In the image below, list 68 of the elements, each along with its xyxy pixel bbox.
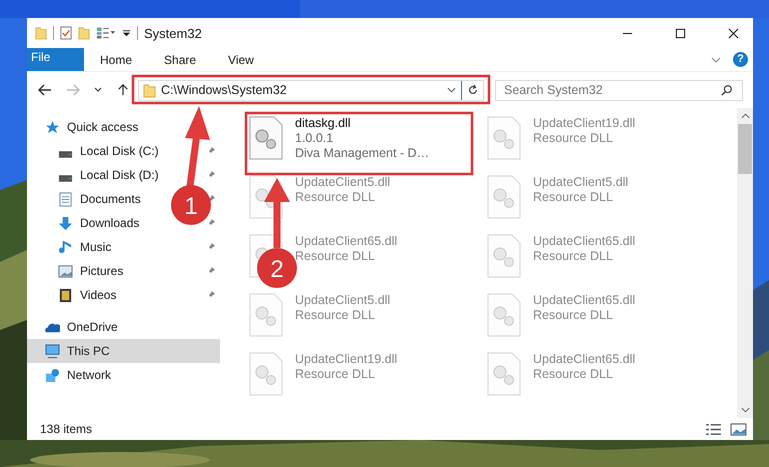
file-name[interactable]: ditaskg.dll [295,116,351,130]
refresh-icon [466,84,478,96]
sidebar-item[interactable]: Quick access [27,115,220,139]
item-count: 138 items [40,422,92,436]
sidebar-item[interactable]: Network [27,363,220,387]
sidebar-item[interactable]: Downloads [58,216,140,230]
sidebar-item[interactable]: Local Disk (C:) [58,144,159,158]
drive-icon [58,150,73,158]
sidebar-item[interactable]: Local Disk (D:) [58,168,159,182]
annotation-arrow [264,178,290,248]
details-view-icon[interactable] [705,422,722,436]
back-icon[interactable] [38,84,52,96]
window-title: System32 [144,26,202,40]
file-detail: Resource DLL [533,308,613,322]
number-badge: 1 [171,185,211,225]
file-detail: Resource DLL [295,190,375,204]
search-field[interactable]: Search System32 [495,80,743,100]
folder-icon[interactable] [78,25,90,41]
file-detail: Diva Management - D… [295,146,430,160]
file-detail: Resource DLL [533,131,613,145]
picture-icon [58,264,73,278]
scrollbar[interactable] [737,108,753,418]
document-icon [58,192,73,206]
sidebar-item[interactable]: This PC [27,339,220,363]
close-icon[interactable] [728,28,739,38]
ribbon-tab[interactable]: View [212,48,270,71]
folder-icon [143,82,156,98]
folder-icon[interactable] [35,25,47,41]
dropdown-icon[interactable] [122,28,131,38]
thumbnail-view-icon[interactable] [730,422,747,436]
address-path: C:\Windows\System32 [161,83,288,97]
forward-icon[interactable] [66,84,80,96]
up-icon[interactable] [116,84,130,96]
download-icon [58,216,73,230]
number-badge: 2 [257,248,297,288]
ribbon-tab[interactable]: Share [148,48,212,71]
sidebar-item[interactable]: OneDrive [27,315,220,339]
file-detail: Resource DLL [533,249,613,263]
help-button[interactable]: ? [733,52,748,67]
music-note-icon [58,240,73,254]
caret-icon[interactable] [447,87,456,93]
sidebar-item[interactable]: Documents [58,192,141,206]
ribbon-tab[interactable]: File [27,48,84,71]
sidebar-item[interactable]: Videos [58,288,116,302]
film-icon [58,288,73,302]
file-detail: Resource DLL [295,308,375,322]
properties-icon[interactable] [96,25,116,41]
file-detail: Resource DLL [533,190,613,204]
maximize-icon[interactable] [675,28,686,38]
chevron-icon[interactable] [711,56,721,62]
scroll-thumb[interactable] [738,124,752,174]
scroll-up-icon[interactable] [740,113,750,119]
caret-icon[interactable] [94,87,102,93]
monitor-icon [45,344,60,358]
file-detail: Resource DLL [295,367,375,381]
search-icon [721,84,733,96]
sidebar-item[interactable]: Music [58,240,112,254]
address-bar[interactable]: C:\Windows\System32 [138,80,484,100]
checklist-icon[interactable] [60,25,72,41]
drive-icon [58,174,73,182]
sidebar-item[interactable]: Pictures [58,264,124,278]
scroll-down-icon[interactable] [740,407,750,413]
ribbon-tab[interactable]: Home [84,48,148,71]
file-detail: Resource DLL [295,249,375,263]
file-detail: 1.0.0.1 [295,131,334,145]
file-detail: Resource DLL [533,367,613,381]
network-icon [45,368,60,382]
star-icon [45,120,60,134]
